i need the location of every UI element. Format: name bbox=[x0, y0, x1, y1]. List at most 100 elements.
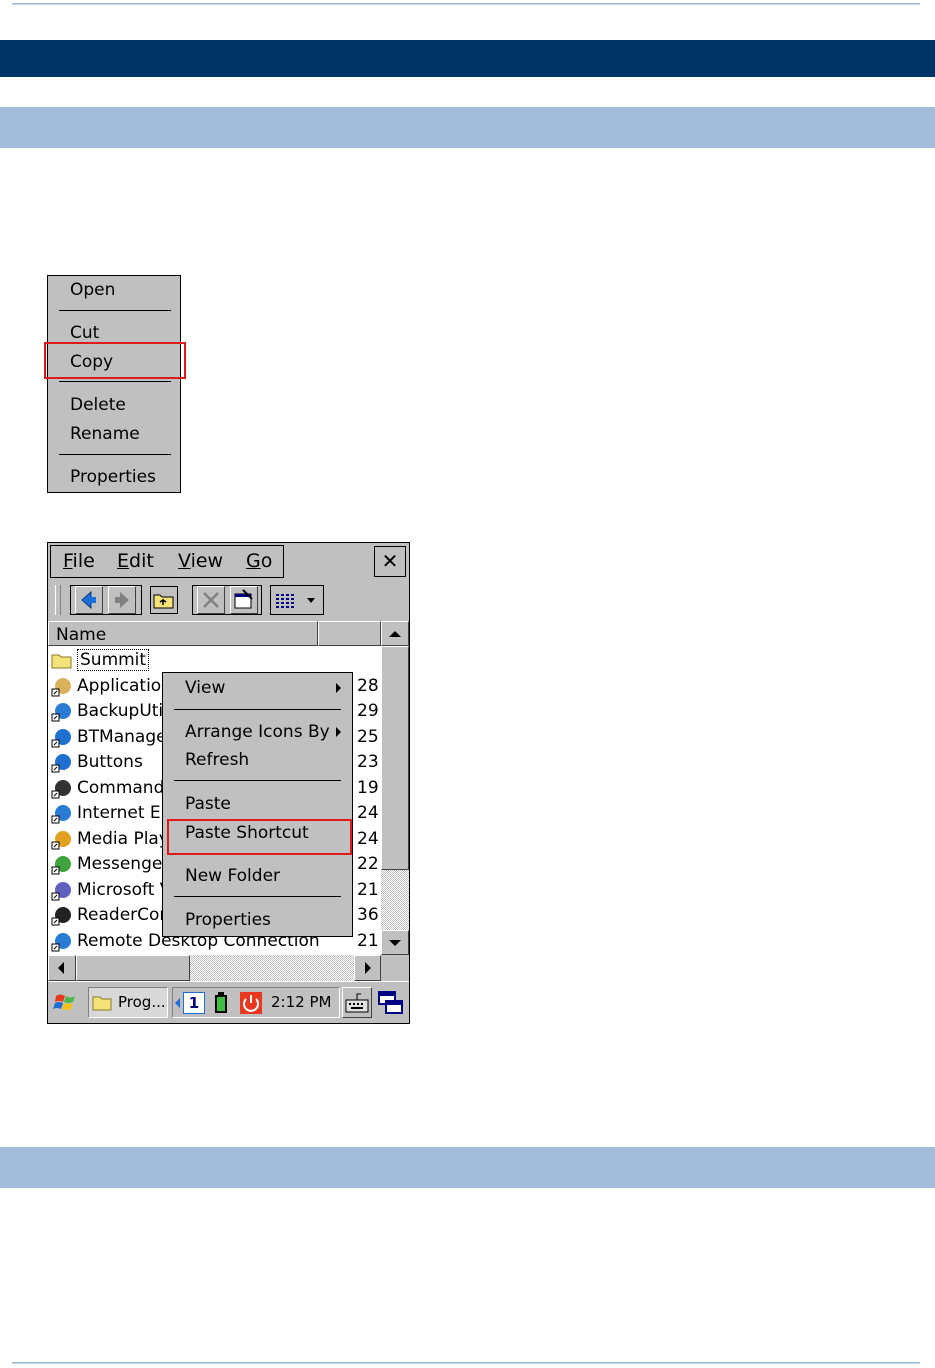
toolbar-grip[interactable] bbox=[55, 585, 61, 615]
file-size: 25 bbox=[357, 726, 379, 747]
file-size: 23 bbox=[357, 752, 379, 772]
close-button[interactable]: ✕ bbox=[374, 546, 406, 577]
menu-file[interactable]: File bbox=[63, 550, 95, 572]
shortcut-icon bbox=[51, 677, 71, 696]
menu-item-refresh[interactable]: Refresh bbox=[185, 750, 249, 770]
file-name: BTManage bbox=[77, 726, 167, 747]
menu-edit[interactable]: Edit bbox=[117, 550, 154, 572]
menu-item-arrange-icons-by[interactable]: Arrange Icons By bbox=[185, 722, 330, 742]
folder-icon bbox=[92, 996, 112, 1011]
menu-item-paste[interactable]: Paste bbox=[185, 794, 231, 814]
menu-item-rename[interactable]: Rename bbox=[70, 424, 140, 444]
column-name-label: Name bbox=[56, 625, 107, 645]
clock[interactable]: 2:12 PM bbox=[271, 993, 331, 1011]
keyboard-icon bbox=[345, 993, 369, 1013]
back-arrow-icon bbox=[81, 590, 96, 610]
file-size: 19 bbox=[357, 777, 379, 798]
properties-icon bbox=[234, 589, 253, 609]
properties-button[interactable] bbox=[230, 586, 258, 614]
menu-item-properties[interactable]: Properties bbox=[185, 910, 271, 930]
explorer-context-menu: View Arrange Icons By Refresh Paste Past… bbox=[162, 672, 353, 937]
menu-item-open[interactable]: Open bbox=[70, 280, 115, 300]
menu-separator bbox=[59, 381, 171, 382]
battery-icon[interactable] bbox=[213, 991, 231, 1015]
menu-separator bbox=[59, 454, 171, 455]
file-size: 28 bbox=[357, 675, 379, 696]
system-tray: 1 2:12 PM bbox=[172, 987, 340, 1018]
section-header-band-2 bbox=[0, 1147, 935, 1188]
forward-arrow-icon bbox=[115, 592, 129, 608]
shortcut-icon bbox=[51, 830, 71, 849]
file-name: BackupUtil bbox=[77, 701, 168, 721]
start-button[interactable] bbox=[52, 988, 80, 1016]
chapter-header-band bbox=[0, 40, 935, 77]
input-mode-indicator[interactable]: 1 bbox=[183, 992, 205, 1014]
menu-separator bbox=[174, 780, 341, 781]
taskbar-task-programs[interactable]: Prog... bbox=[88, 987, 168, 1018]
submenu-arrow-icon bbox=[336, 727, 341, 737]
shortcut-icon bbox=[51, 907, 71, 926]
scroll-up-button[interactable] bbox=[381, 621, 409, 646]
file-name: Application bbox=[77, 675, 172, 696]
triangle-left-icon bbox=[58, 962, 64, 974]
file-name: ReaderCor bbox=[77, 905, 167, 925]
tray-arrow-icon[interactable] bbox=[174, 996, 182, 1010]
scroll-down-button[interactable] bbox=[381, 930, 409, 955]
vertical-scroll-thumb[interactable] bbox=[381, 646, 409, 870]
menu-separator bbox=[174, 896, 341, 897]
scroll-right-button[interactable] bbox=[354, 955, 381, 981]
file-name: Summit bbox=[77, 649, 150, 671]
up-folder-icon bbox=[153, 594, 174, 609]
shortcut-icon bbox=[51, 754, 71, 773]
back-button[interactable] bbox=[75, 586, 103, 614]
file-context-menu: Open Cut Copy Delete Rename Properties bbox=[47, 275, 181, 493]
menu-view[interactable]: View bbox=[178, 550, 223, 572]
shortcut-icon bbox=[51, 805, 71, 824]
folder-icon bbox=[51, 654, 72, 669]
file-name: Buttons bbox=[77, 752, 143, 772]
shortcut-icon bbox=[51, 703, 71, 722]
submenu-arrow-icon bbox=[336, 683, 341, 693]
file-name: Microsoft V bbox=[77, 879, 172, 900]
task-label: Prog... bbox=[118, 993, 166, 1011]
menu-separator bbox=[59, 310, 171, 311]
file-explorer-window: File Edit View Go ✕ Name Summit Applicat… bbox=[47, 542, 410, 1024]
scroll-corner bbox=[381, 955, 409, 981]
menu-go[interactable]: Go bbox=[246, 550, 272, 572]
file-size: 21 bbox=[357, 930, 379, 951]
file-name: Messenger bbox=[77, 854, 170, 874]
keyboard-button[interactable] bbox=[342, 987, 372, 1018]
file-name: Media Play bbox=[77, 828, 169, 849]
file-name: Internet E bbox=[77, 803, 161, 823]
file-size: 22 bbox=[357, 854, 379, 874]
forward-button[interactable] bbox=[108, 586, 136, 614]
shortcut-icon bbox=[51, 932, 71, 951]
section-header-band-1 bbox=[0, 107, 935, 148]
file-size: 29 bbox=[357, 701, 379, 721]
file-name: Command bbox=[77, 777, 165, 798]
shortcut-icon bbox=[51, 881, 71, 900]
delete-x-icon bbox=[203, 592, 219, 608]
menu-item-delete[interactable]: Delete bbox=[70, 395, 126, 415]
delete-button[interactable] bbox=[197, 586, 225, 614]
file-list-row[interactable]: Summit bbox=[48, 648, 379, 673]
scroll-left-button[interactable] bbox=[48, 955, 76, 981]
menu-item-view[interactable]: View bbox=[185, 678, 225, 698]
window-switch-button[interactable] bbox=[376, 987, 406, 1018]
column-header-size[interactable] bbox=[318, 621, 381, 646]
menu-item-new-folder[interactable]: New Folder bbox=[185, 866, 280, 886]
triangle-down-icon bbox=[389, 940, 401, 946]
column-header-name[interactable]: Name bbox=[48, 621, 318, 646]
shortcut-icon bbox=[51, 856, 71, 875]
power-icon[interactable] bbox=[239, 991, 263, 1015]
horizontal-scroll-thumb[interactable] bbox=[76, 955, 190, 981]
menu-separator bbox=[174, 709, 341, 710]
menubar: File Edit View Go bbox=[50, 545, 284, 578]
view-mode-dropdown[interactable] bbox=[270, 585, 324, 615]
menu-item-cut[interactable]: Cut bbox=[70, 323, 99, 343]
up-folder-button[interactable] bbox=[150, 586, 178, 614]
menu-item-properties[interactable]: Properties bbox=[70, 467, 156, 487]
copy-highlight-box bbox=[44, 342, 186, 379]
file-size: 36 bbox=[357, 905, 379, 925]
shortcut-icon bbox=[51, 779, 71, 798]
